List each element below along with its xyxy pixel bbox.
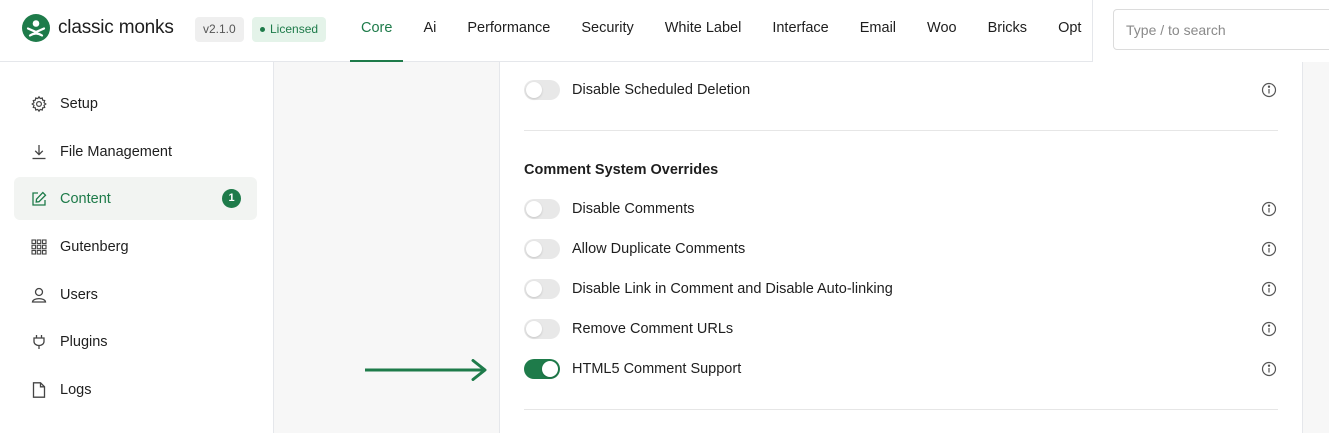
tab-bricks[interactable]: Bricks: [977, 0, 1038, 62]
toggle-knob: [526, 201, 542, 217]
info-icon[interactable]: [1260, 240, 1278, 258]
sidebar-item-label: Logs: [60, 381, 92, 398]
license-label: Licensed: [270, 22, 319, 36]
version-badge: v2.1.0: [195, 17, 244, 42]
brand-name: classic monks: [58, 17, 174, 38]
tab-performance[interactable]: Performance: [456, 0, 561, 62]
logo-icon: [22, 14, 50, 42]
tab-woo[interactable]: Woo: [916, 0, 968, 62]
section-title: Comment System Overrides: [524, 162, 719, 178]
tab-email[interactable]: Email: [849, 0, 907, 62]
download-icon: [30, 143, 48, 161]
toggle-switch[interactable]: [524, 239, 560, 259]
sidebar-item-users[interactable]: Users: [14, 273, 257, 316]
tab-white-label[interactable]: White Label: [654, 0, 753, 62]
sidebar-item-file-management[interactable]: File Management: [14, 130, 257, 173]
info-icon[interactable]: [1260, 320, 1278, 338]
sidebar-item-setup[interactable]: Setup: [14, 82, 257, 125]
info-icon[interactable]: [1260, 200, 1278, 218]
setting-disable-comments: Disable Comments: [524, 197, 1278, 221]
brand[interactable]: classic monks: [22, 14, 174, 42]
info-icon[interactable]: [1260, 81, 1278, 99]
sidebar-item-label: Gutenberg: [60, 238, 129, 255]
setting-allow-duplicate-comments: Allow Duplicate Comments: [524, 237, 1278, 261]
tab-core[interactable]: Core: [350, 0, 404, 62]
sidebar-item-label: Plugins: [60, 333, 108, 350]
search-input[interactable]: [1113, 9, 1329, 50]
user-icon: [30, 286, 48, 304]
setting-label: Disable Scheduled Deletion: [572, 82, 751, 98]
toggle-knob: [526, 82, 542, 98]
setting-label: Disable Comments: [572, 201, 695, 217]
top-bar: classic monks v2.1.0 Licensed Core Ai Pe…: [0, 0, 1329, 62]
toggle-switch[interactable]: [524, 80, 560, 100]
setting-label: Remove Comment URLs: [572, 321, 734, 337]
sidebar-item-plugins[interactable]: Plugins: [14, 320, 257, 363]
sidebar-item-content[interactable]: Content 1: [14, 177, 257, 220]
setting-label: Allow Duplicate Comments: [572, 241, 746, 257]
toggle-knob: [526, 281, 542, 297]
tab-security[interactable]: Security: [570, 0, 644, 62]
toggle-knob: [526, 321, 542, 337]
count-badge: 1: [222, 189, 241, 208]
sidebar-item-gutenberg[interactable]: Gutenberg: [14, 225, 257, 268]
toggle-switch[interactable]: [524, 279, 560, 299]
edit-icon: [30, 190, 48, 208]
main-nav: Core Ai Performance Security White Label…: [350, 0, 1092, 62]
toggle-knob: [542, 361, 558, 377]
setting-label: Disable Link in Comment and Disable Auto…: [572, 281, 893, 297]
divider: [524, 409, 1278, 410]
sidebar-item-label: Setup: [60, 95, 98, 112]
status-dot-icon: [260, 27, 265, 32]
tab-interface[interactable]: Interface: [761, 0, 839, 62]
setting-html5-comment-support: HTML5 Comment Support: [524, 357, 1278, 381]
toggle-switch[interactable]: [524, 199, 560, 219]
sidebar-item-label: Users: [60, 286, 98, 303]
info-icon[interactable]: [1260, 280, 1278, 298]
tab-opt[interactable]: Opt: [1047, 0, 1092, 62]
sidebar-item-label: Content: [60, 190, 111, 207]
setting-remove-comment-urls: Remove Comment URLs: [524, 317, 1278, 341]
divider: [524, 130, 1278, 131]
setting-label: HTML5 Comment Support: [572, 361, 742, 377]
toggle-switch[interactable]: [524, 319, 560, 339]
file-icon: [30, 381, 48, 399]
plug-icon: [30, 333, 48, 351]
arrow-right-icon: [365, 359, 487, 381]
settings-panel: Disable Scheduled Deletion Comment Syste…: [499, 62, 1303, 433]
gear-icon: [30, 95, 48, 113]
grid-icon: [30, 238, 48, 256]
sidebar: Setup File Management Content 1 Gutenber…: [0, 62, 274, 433]
tab-ai[interactable]: Ai: [412, 0, 447, 62]
toggle-switch[interactable]: [524, 359, 560, 379]
setting-disable-scheduled-deletion: Disable Scheduled Deletion: [524, 78, 1278, 102]
sidebar-item-label: File Management: [60, 143, 173, 160]
setting-disable-comment-links: Disable Link in Comment and Disable Auto…: [524, 277, 1278, 301]
sidebar-item-logs[interactable]: Logs: [14, 368, 257, 411]
info-icon[interactable]: [1260, 360, 1278, 378]
license-badge: Licensed: [252, 17, 327, 42]
toggle-knob: [526, 241, 542, 257]
